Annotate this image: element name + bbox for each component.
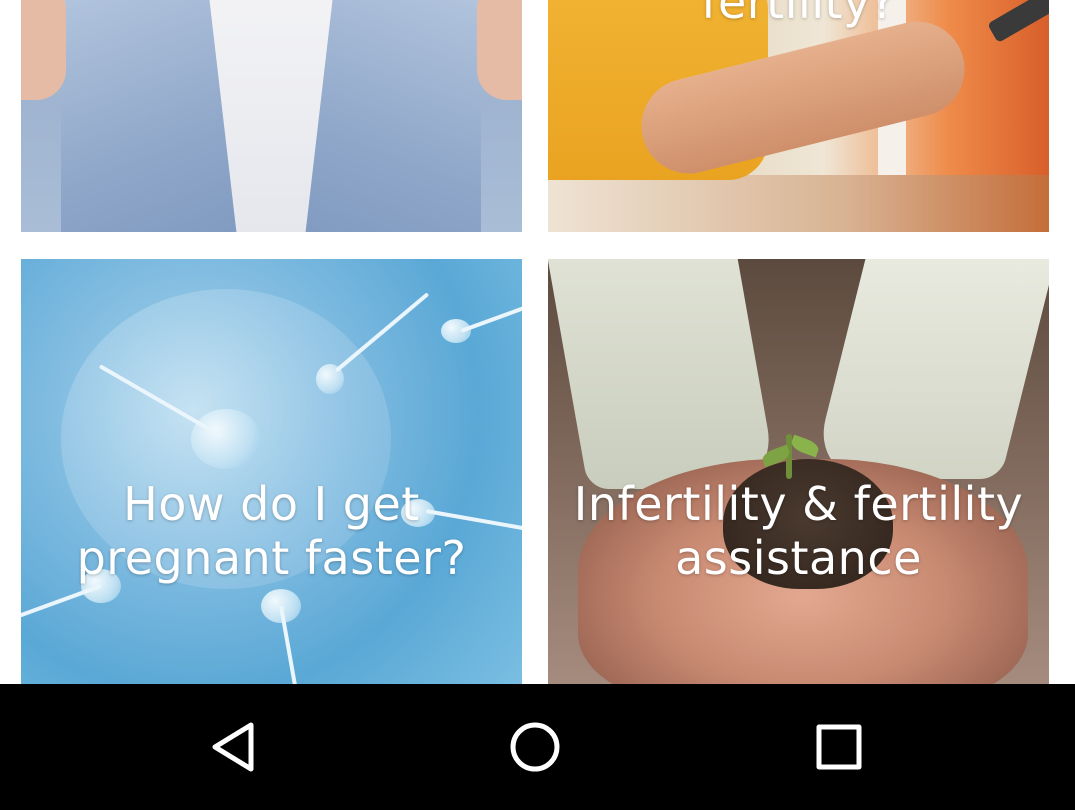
- tile-photo-sperm-tail: [460, 298, 522, 333]
- back-button[interactable]: [193, 712, 273, 782]
- tile-photo-floor: [548, 175, 1049, 232]
- topic-tile-infertility-assistance[interactable]: Infertility & fertility assistance: [548, 259, 1049, 684]
- home-button[interactable]: [495, 712, 575, 782]
- tile-photo-soil: [723, 459, 893, 589]
- topic-tile-get-pregnant-faster[interactable]: How do I get pregnant faster?: [21, 259, 522, 684]
- tile-photo-sleeve-right: [810, 259, 1049, 479]
- tile-photo-phone: [987, 0, 1049, 44]
- app-screen: fertility? How do I get pregnant faster?: [0, 0, 1075, 810]
- recents-button[interactable]: [799, 712, 879, 782]
- recents-square-icon: [816, 724, 862, 770]
- topic-tile-woman-suit[interactable]: [21, 0, 522, 232]
- tile-photo-sleeve-left: [548, 259, 779, 489]
- tile-photo-sprout-leaf: [789, 434, 821, 458]
- system-navigation-bar: [0, 684, 1075, 810]
- topic-tile-fertility[interactable]: fertility?: [548, 0, 1049, 232]
- back-triangle-icon: [212, 722, 254, 772]
- tile-photo-sperm-tail: [334, 292, 430, 373]
- tile-photo-hand-left: [21, 0, 66, 100]
- home-circle-icon: [510, 722, 560, 772]
- tile-photo-sperm-tail: [425, 509, 522, 533]
- tile-photo-hand-right: [477, 0, 522, 100]
- tile-photo-sperm-tail: [21, 584, 102, 633]
- tile-photo-sperm-head: [191, 409, 261, 469]
- topic-grid: fertility? How do I get pregnant faster?: [0, 0, 1075, 684]
